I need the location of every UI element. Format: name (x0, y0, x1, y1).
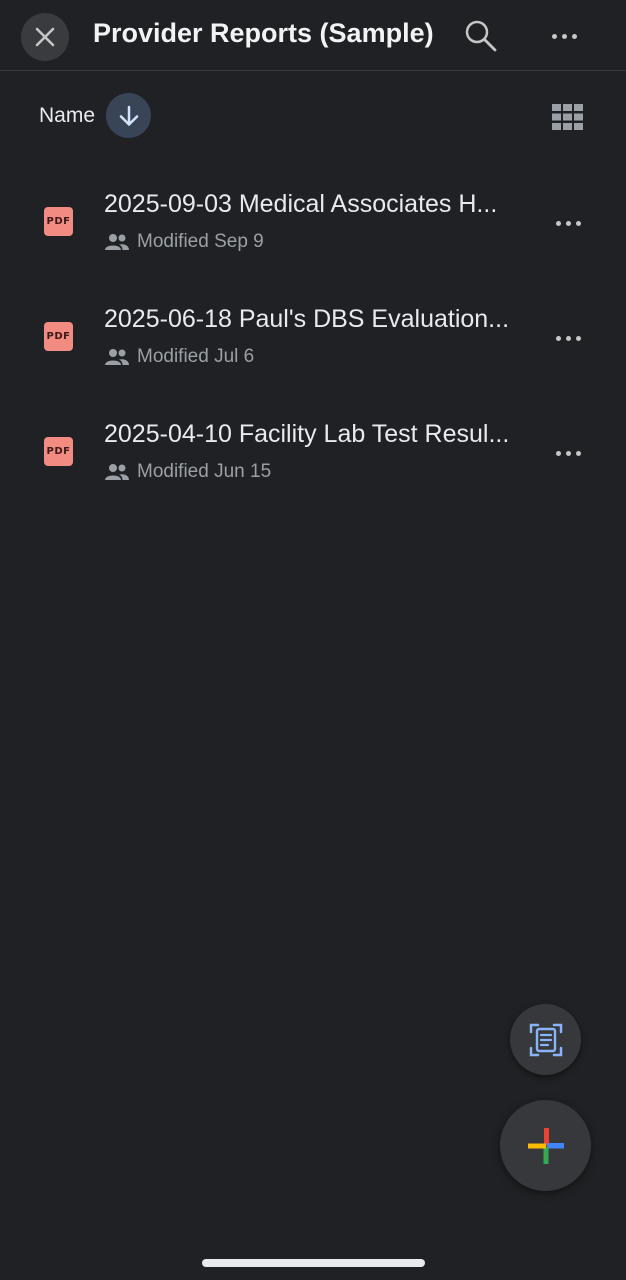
file-modified-date: Modified Sep 9 (137, 231, 264, 252)
home-indicator[interactable] (202, 1259, 425, 1267)
file-more-button[interactable] (548, 318, 588, 358)
close-icon (35, 27, 55, 47)
more-horizontal-icon (555, 220, 581, 226)
people-icon (105, 349, 129, 365)
pdf-file-icon: PDF (44, 207, 73, 236)
sort-bar: Name (0, 92, 626, 140)
grid-view-icon (552, 104, 583, 130)
people-icon (105, 234, 129, 250)
page-title: Provider Reports (Sample) (93, 18, 434, 48)
more-horizontal-icon (555, 335, 581, 341)
file-meta: Modified Jul 6 (104, 345, 254, 369)
app-header: Provider Reports (Sample) (0, 0, 626, 71)
sort-direction-button[interactable] (106, 93, 151, 138)
close-button[interactable] (21, 13, 69, 61)
file-more-button[interactable] (548, 203, 588, 243)
file-list-item[interactable]: PDF 2025-04-10 Facility Lab Test Resul..… (0, 400, 626, 500)
file-name: 2025-06-18 Paul's DBS Evaluation... (104, 305, 510, 333)
more-options-button[interactable] (544, 16, 584, 56)
sort-label[interactable]: Name (39, 104, 95, 128)
file-modified-date: Modified Jul 6 (137, 346, 255, 367)
plus-icon (527, 1127, 564, 1164)
people-icon (105, 464, 129, 480)
scan-document-button[interactable] (510, 1004, 581, 1075)
arrow-down-icon (119, 105, 138, 126)
grid-view-button[interactable] (552, 104, 583, 130)
file-more-button[interactable] (548, 433, 588, 473)
more-horizontal-icon (555, 450, 581, 456)
file-name: 2025-04-10 Facility Lab Test Resul... (104, 420, 510, 448)
file-list-item[interactable]: PDF 2025-09-03 Medical Associates H... M… (0, 170, 626, 270)
new-item-button[interactable] (500, 1100, 591, 1191)
search-icon (465, 20, 497, 52)
file-meta: Modified Sep 9 (104, 230, 264, 254)
file-list-item[interactable]: PDF 2025-06-18 Paul's DBS Evaluation... … (0, 285, 626, 385)
pdf-file-icon: PDF (44, 322, 73, 351)
file-modified-date: Modified Jun 15 (137, 461, 272, 482)
search-button[interactable] (461, 16, 501, 56)
file-meta: Modified Jun 15 (104, 460, 271, 484)
file-name: 2025-09-03 Medical Associates H... (104, 190, 498, 218)
pdf-file-icon: PDF (44, 437, 73, 466)
document-scan-icon (529, 1023, 562, 1056)
more-horizontal-icon (551, 33, 577, 39)
